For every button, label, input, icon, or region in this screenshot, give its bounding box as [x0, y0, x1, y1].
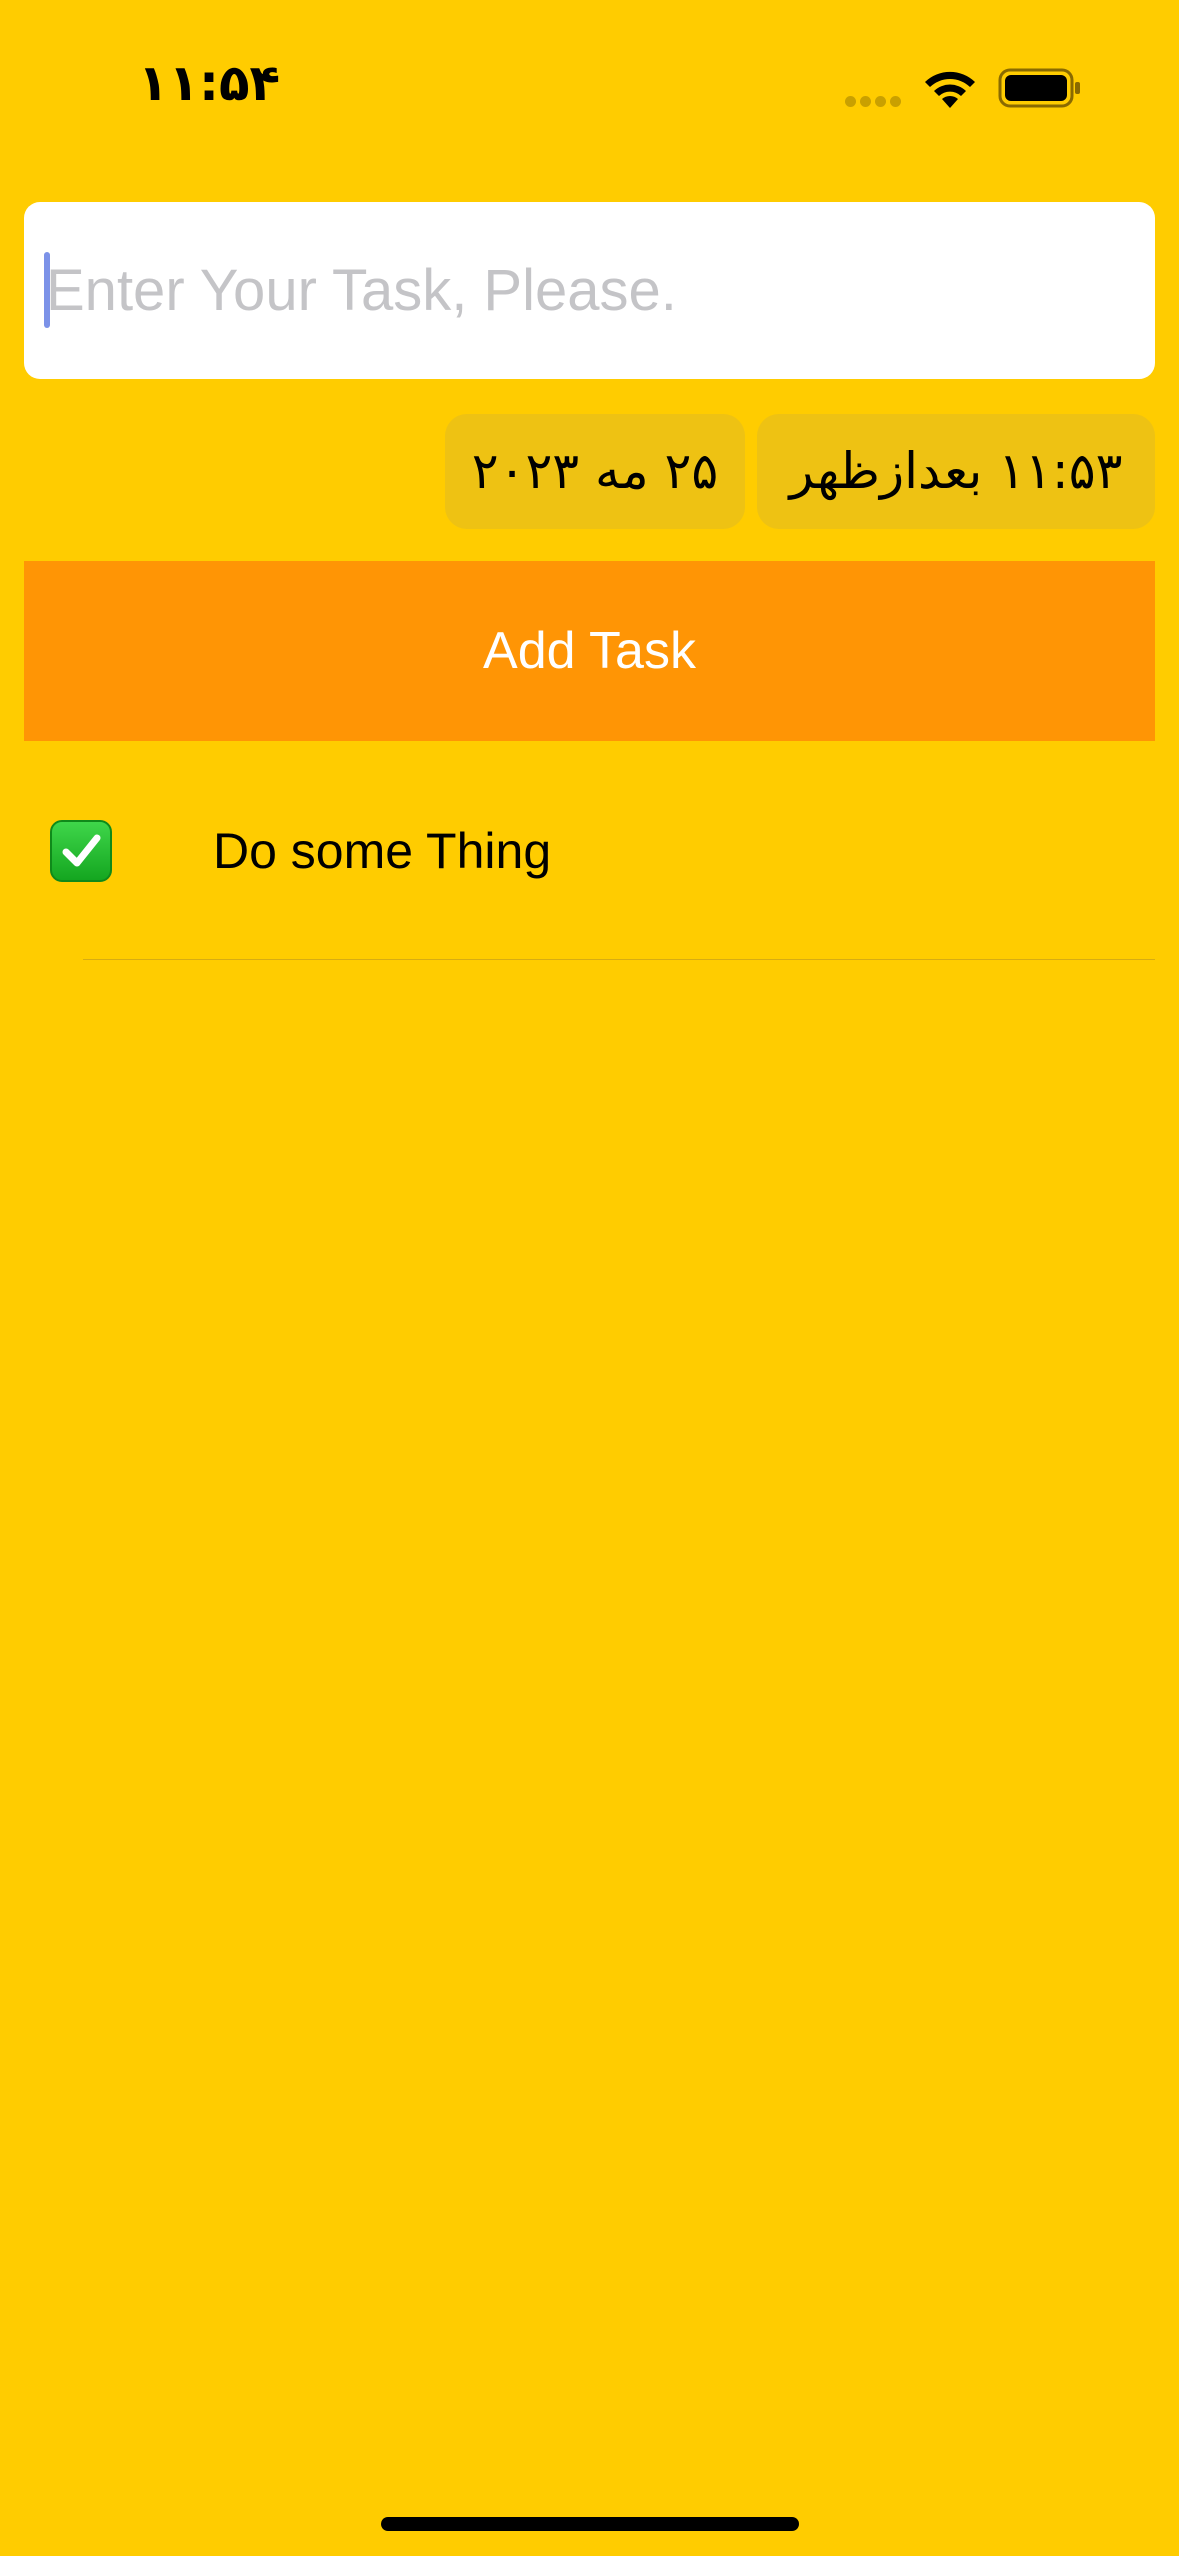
home-indicator[interactable] [381, 2517, 799, 2531]
time-picker-button[interactable]: ۱۱:۵۳ بعدازظهر [757, 414, 1155, 529]
status-bar: ۱۱:۵۴ [0, 0, 1179, 140]
row-divider [83, 959, 1155, 960]
task-title: Do some Thing [213, 823, 552, 879]
check-mark-icon[interactable] [50, 820, 112, 882]
wifi-icon [925, 71, 975, 108]
task-row[interactable]: Do some Thing [0, 760, 1179, 960]
add-task-button[interactable]: Add Task [24, 561, 1155, 741]
date-picker-button[interactable]: ۲۵ مه ۲۰۲۳ [445, 414, 745, 529]
status-time: ۱۱:۵۴ [137, 54, 280, 112]
battery-icon [998, 68, 1080, 108]
signal-dots-icon [845, 95, 907, 107]
task-input[interactable] [46, 202, 1136, 379]
task-input-container [24, 202, 1155, 379]
text-caret [44, 252, 50, 328]
